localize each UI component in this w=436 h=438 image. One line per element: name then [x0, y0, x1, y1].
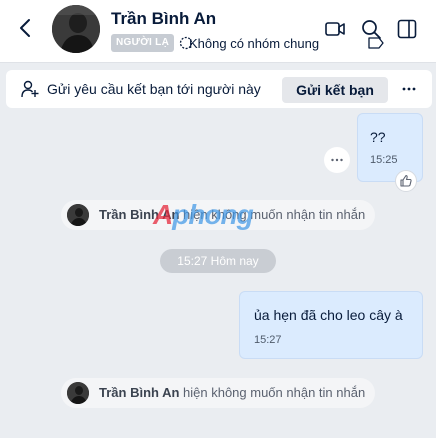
- stranger-badge: NGƯỜI LẠ: [111, 34, 175, 52]
- search-icon[interactable]: [360, 18, 382, 40]
- watermark-logo: Aphong: [153, 199, 254, 230]
- message-text: ủa hẹn đã cho leo cây à: [254, 307, 403, 323]
- sidebar-toggle-icon[interactable]: [396, 18, 418, 40]
- message-text: ??: [370, 129, 386, 145]
- like-icon: [400, 174, 412, 187]
- back-arrow-icon[interactable]: [14, 16, 38, 40]
- contact-avatar[interactable]: [52, 5, 100, 53]
- notice-avatar: [67, 204, 89, 226]
- date-divider: 15:27 Hôm nay: [160, 249, 276, 273]
- message-bubble[interactable]: ủa hẹn đã cho leo cây à 15:27: [239, 291, 423, 359]
- mutual-groups-label[interactable]: Không có nhóm chung: [189, 36, 319, 51]
- message-options-button[interactable]: [324, 147, 350, 173]
- notice-text: Trần Bình An hiện không muốn nhận tin nh…: [99, 385, 366, 400]
- like-reaction-button[interactable]: [395, 170, 417, 192]
- notice-pill: Trần Bình An hiện không muốn nhận tin nh…: [61, 378, 375, 408]
- video-call-icon[interactable]: [324, 18, 346, 40]
- more-icon: [331, 158, 343, 162]
- more-icon[interactable]: [399, 79, 419, 99]
- friend-request-text: Gửi yêu cầu kết bạn tới người này: [47, 81, 261, 97]
- notice-avatar: [67, 382, 89, 404]
- friend-request-bar: Gửi yêu cầu kết bạn tới người này Gửi kế…: [6, 70, 432, 108]
- message-time: 15:25: [370, 154, 398, 166]
- add-friend-icon: [21, 80, 39, 98]
- chat-header: Trần Bình An NGƯỜI LẠ Không có nhóm chun…: [0, 0, 436, 63]
- send-friend-request-button[interactable]: Gửi kết bạn: [282, 77, 388, 103]
- message-time: 15:27: [254, 334, 282, 346]
- contact-name[interactable]: Trần Bình An: [111, 9, 216, 29]
